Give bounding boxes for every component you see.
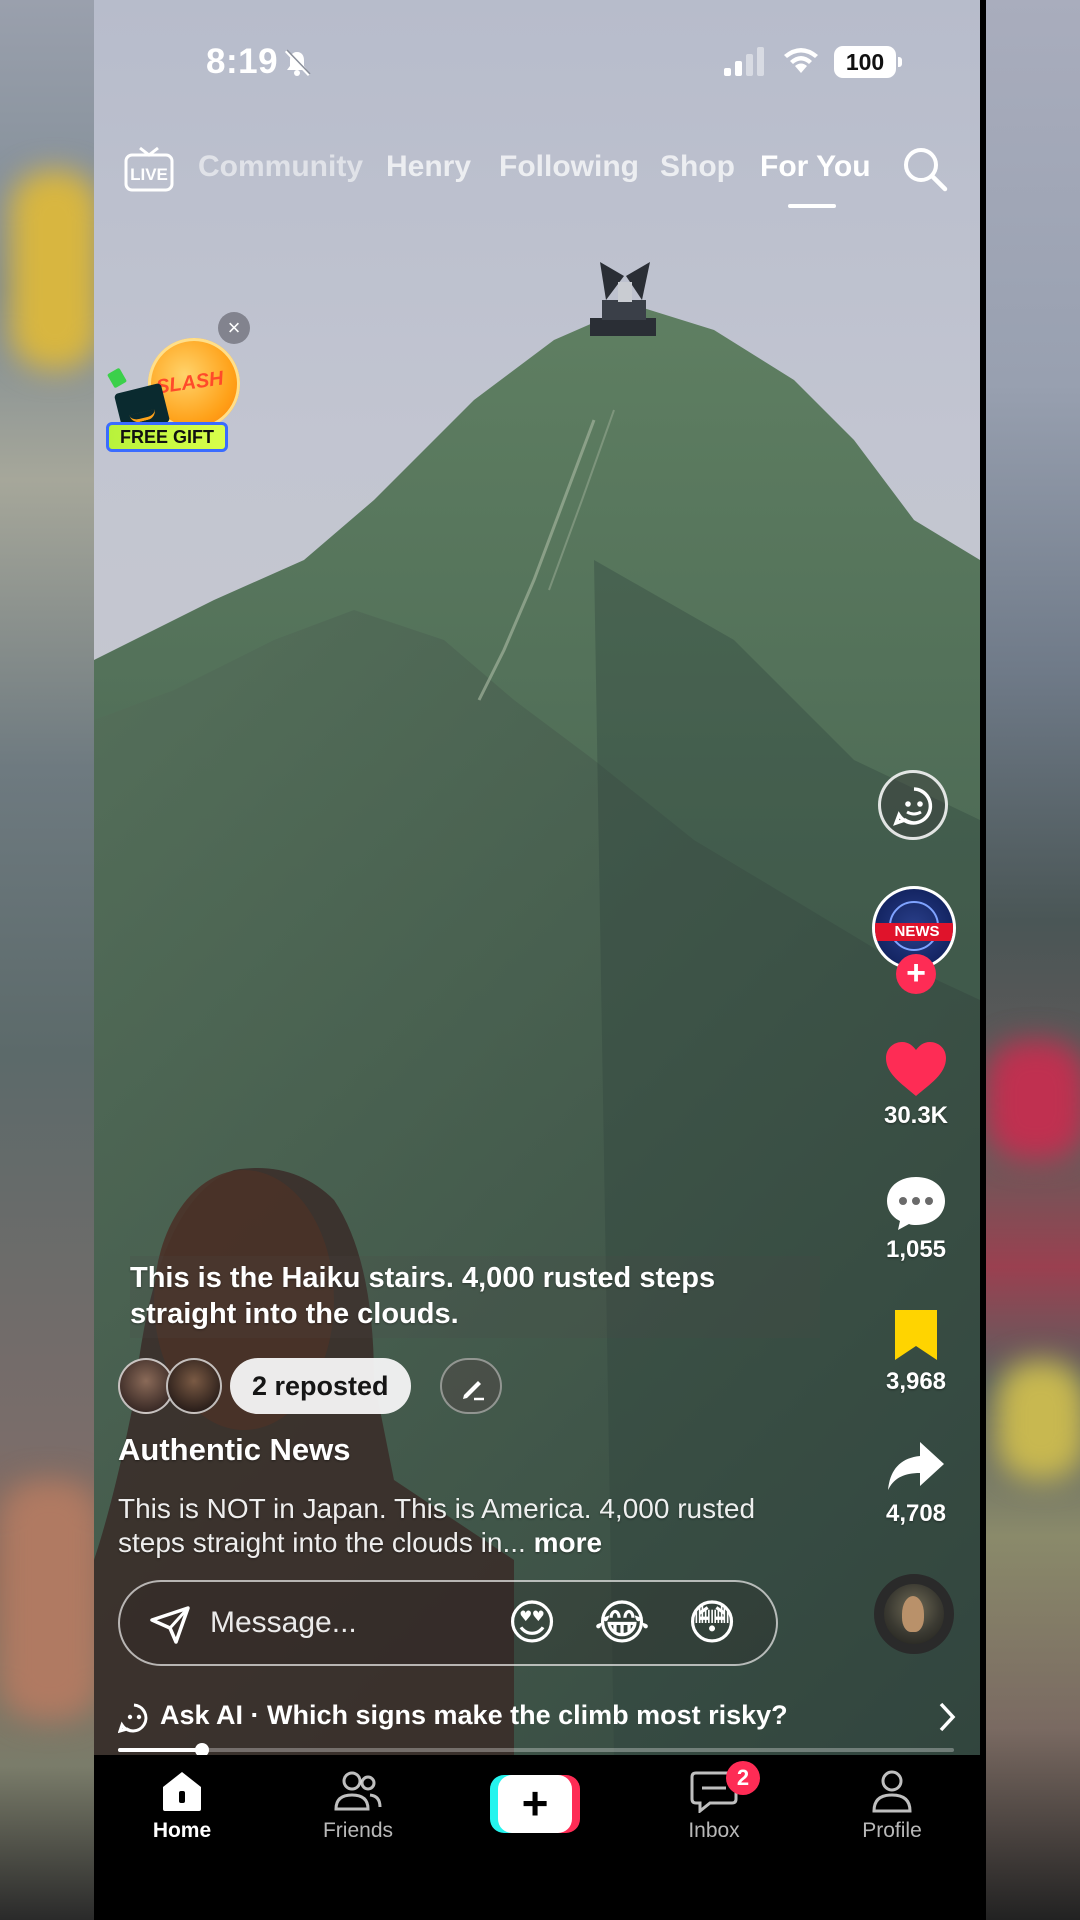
tab-henry[interactable]: Henry	[386, 150, 471, 184]
profile-icon	[872, 1770, 912, 1813]
nav-friends[interactable]: Friends	[288, 1769, 428, 1843]
inbox-badge: 2	[726, 1761, 760, 1795]
save-button[interactable]: 3,968	[854, 1306, 978, 1396]
like-count: 30.3K	[883, 1102, 949, 1129]
friends-icon	[334, 1771, 382, 1811]
live-icon[interactable]: LIVE	[124, 144, 174, 192]
close-icon[interactable]: ×	[218, 312, 250, 344]
comment-count: 1,055	[885, 1236, 947, 1263]
more-link[interactable]: more	[534, 1527, 602, 1558]
progress-fill	[118, 1748, 202, 1752]
active-tab-indicator	[788, 204, 836, 208]
share-button[interactable]: 4,708	[854, 1438, 978, 1528]
repost-avatars[interactable]	[118, 1358, 228, 1414]
message-bar[interactable]: Message... 😍 😂 😳	[118, 1580, 778, 1666]
music-disc[interactable]	[874, 1574, 954, 1654]
nav-inbox[interactable]: 2 Inbox	[644, 1761, 784, 1843]
emoji-heart-eyes[interactable]: 😍	[504, 1596, 560, 1652]
author-name[interactable]: Authentic News	[118, 1432, 351, 1468]
comment-button[interactable]: 1,055	[854, 1174, 978, 1264]
video-progress-bar[interactable]	[118, 1743, 954, 1757]
tab-shop[interactable]: Shop	[660, 150, 735, 184]
video-overlay-caption: This is the Haiku stairs. 4,000 rusted s…	[130, 1256, 820, 1338]
tab-community[interactable]: Community	[198, 150, 363, 184]
emoji-flushed[interactable]: 😳	[684, 1596, 740, 1652]
chevron-right-icon	[939, 1702, 956, 1732]
heart-icon	[886, 1042, 946, 1096]
creator-avatar-text: NEWS	[875, 923, 953, 941]
nav-profile[interactable]: Profile	[822, 1769, 962, 1843]
ai-face-icon	[893, 787, 933, 826]
pencil-icon	[463, 1381, 484, 1401]
wifi-icon	[784, 48, 818, 73]
home-icon	[163, 1772, 201, 1811]
like-button[interactable]: 30.3K	[854, 1040, 978, 1130]
plus-icon: +	[498, 1775, 572, 1833]
battery-indicator: 100	[834, 46, 902, 78]
blurred-background-left	[0, 0, 94, 1920]
svg-text:LIVE: LIVE	[130, 165, 168, 184]
video-description: This is NOT in Japan. This is America. 4…	[118, 1492, 778, 1560]
ask-ai-bar[interactable]: Ask AI · Which signs make the climb most…	[118, 1696, 958, 1740]
message-input[interactable]: Message...	[210, 1606, 357, 1640]
cellular-signal-icon	[724, 47, 764, 76]
bottom-navigation: Home Friends + 2 Inbox Profile	[94, 1755, 980, 1920]
share-arrow-icon	[888, 1442, 944, 1490]
ask-ai-text: Ask AI · Which signs make the climb most…	[160, 1700, 788, 1730]
nav-profile-label: Profile	[862, 1819, 922, 1842]
share-count: 4,708	[885, 1500, 947, 1527]
tab-for-you[interactable]: For You	[760, 150, 871, 184]
repost-avatar	[166, 1358, 222, 1414]
create-button[interactable]: +	[490, 1775, 580, 1833]
nav-home[interactable]: Home	[112, 1769, 252, 1843]
phone-screen: 8:19 100 LIVE Community Henry Following …	[94, 0, 980, 1920]
comment-icon	[887, 1177, 945, 1230]
description-text: This is NOT in Japan. This is America. 4…	[118, 1493, 756, 1558]
nav-home-label: Home	[152, 1819, 212, 1842]
bookmark-icon	[895, 1310, 937, 1360]
blurred-background-right	[986, 0, 1080, 1920]
emoji-laughing[interactable]: 😂	[594, 1596, 650, 1652]
search-icon[interactable]	[902, 146, 948, 192]
tab-following[interactable]: Following	[499, 150, 639, 184]
reposted-label[interactable]: 2 reposted	[230, 1358, 411, 1414]
bell-muted-icon	[284, 49, 311, 77]
free-gift-label: FREE GIFT	[106, 422, 228, 452]
status-time: 8:19	[206, 42, 279, 81]
follow-button[interactable]: +	[896, 954, 936, 994]
top-navigation: LIVE Community Henry Following Shop For …	[94, 130, 980, 210]
nav-friends-label: Friends	[322, 1819, 394, 1842]
free-gift-promo[interactable]: × SLASH FREE GIFT	[106, 308, 250, 458]
send-icon	[150, 1606, 190, 1644]
save-count: 3,968	[885, 1368, 947, 1395]
ai-face-icon	[118, 1703, 148, 1734]
ai-assistant-button[interactable]	[878, 770, 948, 840]
nav-inbox-label: Inbox	[688, 1819, 740, 1842]
edit-button[interactable]	[440, 1358, 502, 1414]
status-bar: 8:19 100	[94, 0, 980, 120]
gift-ribbon	[106, 367, 128, 389]
